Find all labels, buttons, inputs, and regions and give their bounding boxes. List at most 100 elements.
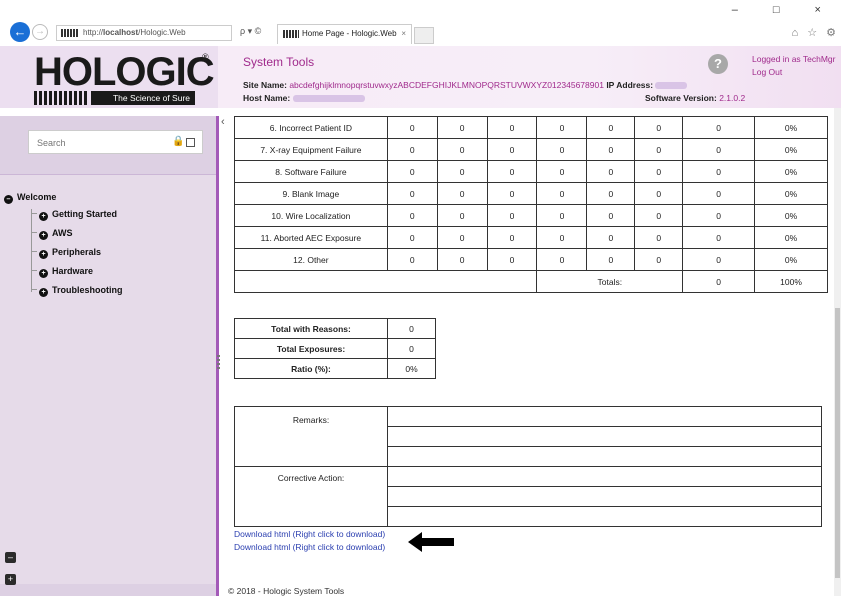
reason-value-cell: 0 <box>634 204 684 227</box>
reason-value-cell: 0 <box>486 248 538 271</box>
logo-bars-icon <box>34 91 88 105</box>
reason-value-cell: 0 <box>634 160 684 183</box>
url-prefix: http:// <box>83 28 104 37</box>
totals-value: 0 <box>682 270 756 293</box>
sidebar-nav: – Welcome + Getting Started + AWS + Peripher… <box>0 174 218 584</box>
corrective-line[interactable] <box>387 506 822 527</box>
zoom-in-icon[interactable]: + <box>5 574 16 585</box>
reason-value-cell: 0 <box>386 204 438 227</box>
reason-value-cell: 0 <box>536 138 588 161</box>
table-row: 6. Incorrect Patient ID 0 0 0 0 0 0 0 0% <box>234 116 828 139</box>
nav-item-peripherals[interactable]: + Peripherals <box>39 247 101 259</box>
reason-value-cell: 0 <box>486 226 538 249</box>
remarks-line[interactable] <box>387 446 822 467</box>
site-info: Site Name: abcdefghijklmnopqrstuvwxyzABC… <box>243 80 688 90</box>
nav-item-getting-started[interactable]: + Getting Started <box>39 209 117 221</box>
reason-value-cell: 0 <box>682 204 756 227</box>
reason-value-cell: 0 <box>634 248 684 271</box>
zoom-out-icon[interactable]: – <box>5 552 16 563</box>
nav-item-welcome[interactable]: – Welcome <box>4 192 56 204</box>
reason-label-cell: 12. Other <box>234 248 388 271</box>
total-exposures-label: Total Exposures: <box>234 338 388 359</box>
search-input[interactable] <box>37 133 167 153</box>
corrective-line[interactable] <box>387 466 822 487</box>
reason-label-cell: 10. Wire Localization <box>234 204 388 227</box>
nav-item-hardware[interactable]: + Hardware <box>39 266 93 278</box>
nav-item-troubleshooting[interactable]: + Troubleshooting <box>39 285 123 297</box>
host-name-redacted <box>292 95 365 103</box>
back-arrow-icon[interactable]: ← <box>10 22 30 42</box>
remarks-line[interactable] <box>387 406 822 427</box>
reason-value-cell: 0 <box>634 138 684 161</box>
reason-value-cell: 0 <box>386 138 438 161</box>
expand-icon: + <box>39 269 48 278</box>
address-search-refresh-controls[interactable]: ρ ▾ © <box>240 26 261 37</box>
tree-tick <box>31 213 37 214</box>
site-name-label: Site Name: <box>243 80 287 90</box>
reason-value-cell: 0% <box>754 248 828 271</box>
reason-value-cell: 0 <box>586 182 636 205</box>
tree-tick <box>31 232 37 233</box>
help-icon[interactable]: ? <box>708 54 728 74</box>
reason-value-cell: 0 <box>436 226 488 249</box>
nav-label: Peripherals <box>52 247 102 257</box>
expand-icon: + <box>39 231 48 240</box>
window-controls[interactable]: – □ × <box>732 4 837 16</box>
browser-tab-home[interactable]: Home Page - Hologic.Web × <box>277 24 412 44</box>
tab-favicon-icon <box>283 30 299 38</box>
corrective-action-label: Corrective Action: <box>234 466 388 527</box>
table-row: Remarks: <box>234 406 822 467</box>
collapse-sidebar-icon[interactable]: ‹ <box>221 116 225 128</box>
reason-value-cell: 0 <box>386 160 438 183</box>
scrollbar[interactable] <box>834 108 841 596</box>
reason-value-cell: 0 <box>634 182 684 205</box>
logout-link[interactable]: Log Out <box>752 67 782 77</box>
reason-value-cell: 0 <box>486 138 538 161</box>
forward-arrow-icon[interactable]: → <box>32 24 48 40</box>
new-tab-button[interactable] <box>414 27 434 44</box>
expand-icon: + <box>39 288 48 297</box>
search-checkbox[interactable] <box>186 138 195 147</box>
expand-icon: + <box>39 212 48 221</box>
reason-value-cell: 0% <box>754 204 828 227</box>
download-html-link[interactable]: Download html (Right click to download) <box>234 529 385 539</box>
totals-blank-cell <box>233 270 538 293</box>
reason-value-cell: 0 <box>436 138 488 161</box>
reason-value-cell: 0% <box>754 160 828 183</box>
logo-area: HOLOGIC ® The Science of Sure <box>0 46 218 108</box>
remarks-line[interactable] <box>387 426 822 447</box>
host-name-label: Host Name: <box>243 93 291 103</box>
reason-value-cell: 0 <box>536 116 588 139</box>
software-version-label: Software Version: <box>645 93 717 103</box>
address-bar[interactable]: http://localhost/Hologic.Web <box>56 25 232 41</box>
expand-icon: + <box>39 250 48 259</box>
totals-row: Totals: 0 100% <box>233 270 828 293</box>
nav-item-aws[interactable]: + AWS <box>39 228 73 240</box>
reason-value-cell: 0 <box>486 204 538 227</box>
sidebar: 🔒 –Welcome +Getting Started +AWS + Periph… <box>0 116 218 596</box>
reason-value-cell: 0 <box>682 138 756 161</box>
reason-value-cell: 0 <box>682 226 756 249</box>
hologic-logo: HOLOGIC <box>34 50 215 94</box>
reason-value-cell: 0 <box>682 248 756 271</box>
reason-value-cell: 0 <box>536 204 588 227</box>
resize-handle[interactable] <box>217 355 220 369</box>
corrective-line[interactable] <box>387 486 822 507</box>
ratio-value: 0% <box>387 358 436 379</box>
browser-toolbar-icons[interactable]: ⌂ ☆ ⚙ <box>792 26 839 39</box>
tab-close-icon[interactable]: × <box>401 25 406 43</box>
page-title: System Tools <box>243 55 315 69</box>
reason-value-cell: 0 <box>486 182 538 205</box>
remarks-label: Remarks: <box>234 406 388 467</box>
lock-icon: 🔒 <box>172 136 185 147</box>
download-html-link[interactable]: Download html (Right click to download) <box>234 542 385 552</box>
table-row: 12. Other 0 0 0 0 0 0 0 0% <box>234 248 828 271</box>
reason-value-cell: 0 <box>634 226 684 249</box>
reason-value-cell: 0 <box>436 204 488 227</box>
scroll-thumb[interactable] <box>835 308 840 578</box>
reason-value-cell: 0 <box>386 226 438 249</box>
reason-value-cell: 0 <box>586 160 636 183</box>
reason-value-cell: 0 <box>436 116 488 139</box>
table-row: 7. X-ray Equipment Failure 0 0 0 0 0 0 0 0% <box>234 138 828 161</box>
site-name-value: abcdefghijklmnopqrstuvwxyzABCDEFGHIJKLMN… <box>289 80 604 90</box>
